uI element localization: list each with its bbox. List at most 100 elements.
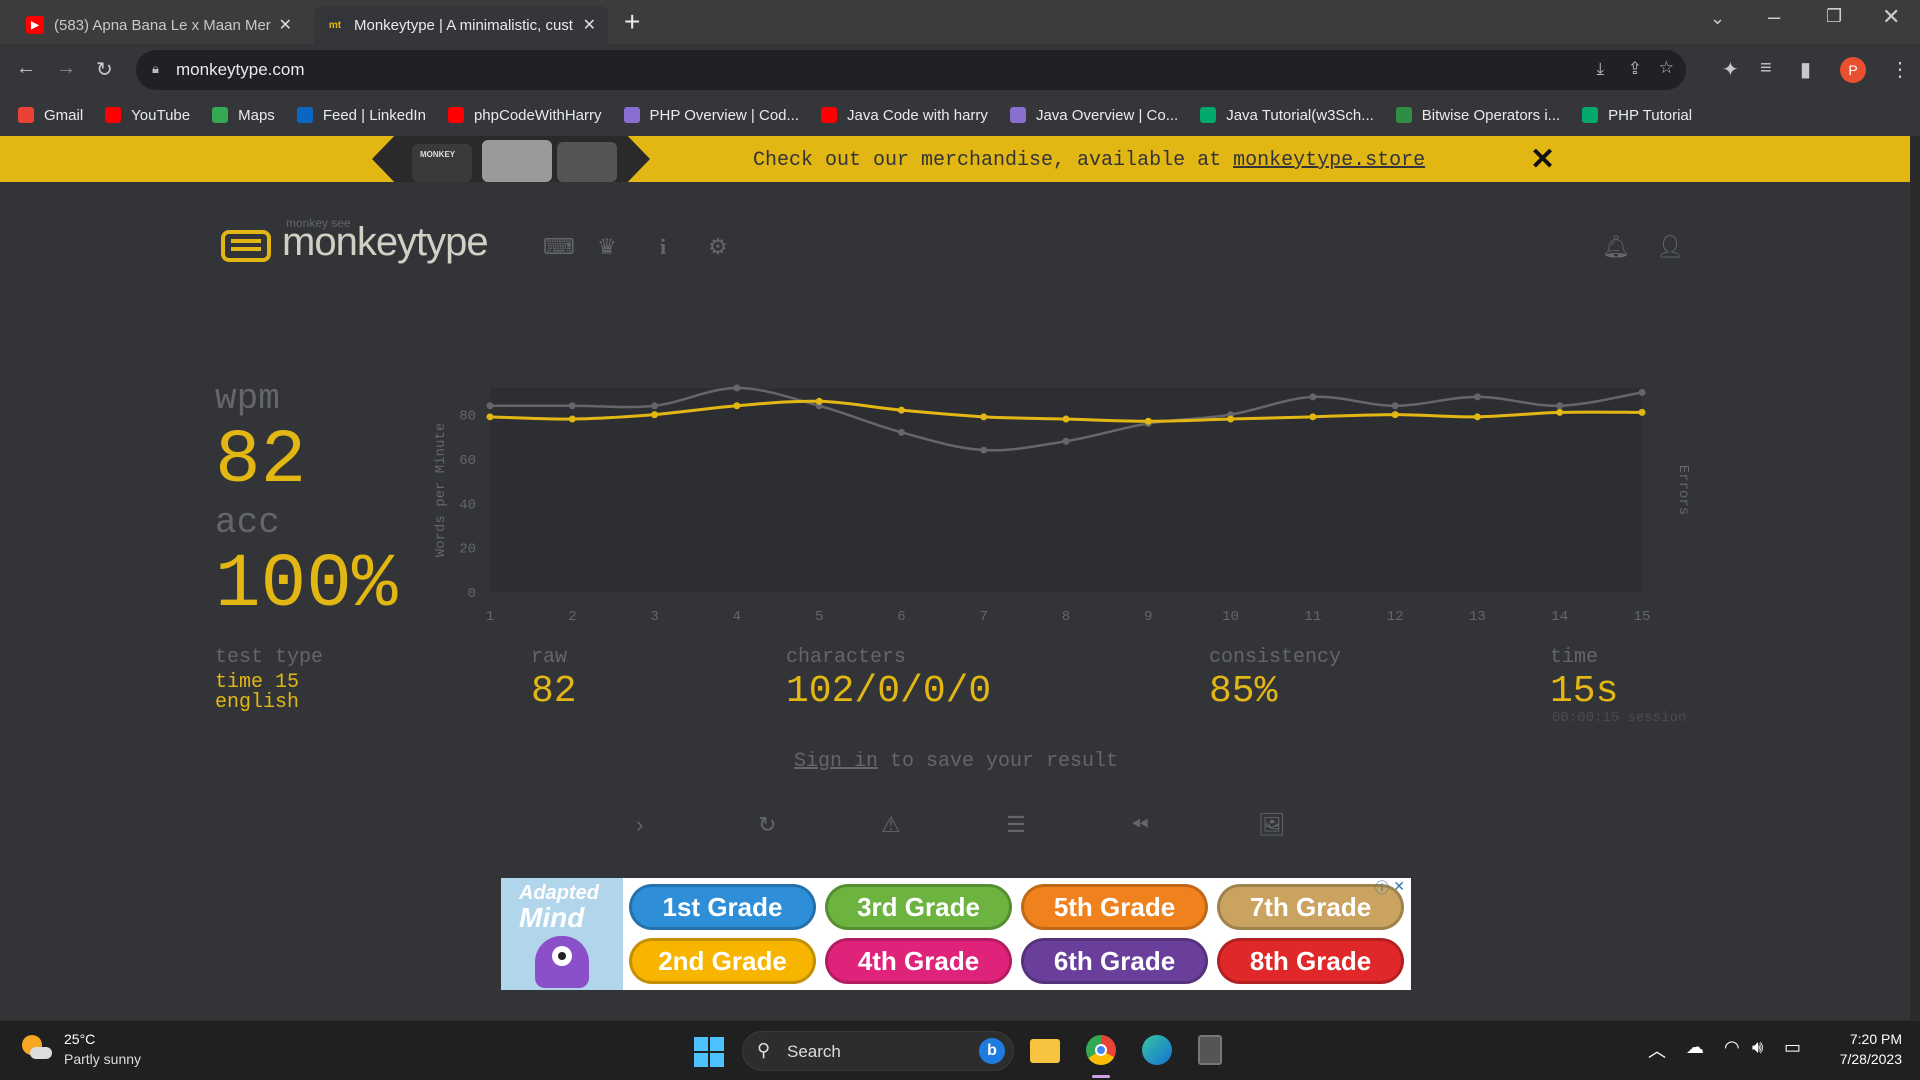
tab-monkeytype[interactable]: mt Monkeytype | A minimalistic, cust ✕ bbox=[314, 6, 608, 44]
raw-point[interactable] bbox=[1309, 393, 1317, 401]
bookmark-item[interactable]: Feed | LinkedIn bbox=[296, 107, 426, 124]
store-link[interactable]: monkeytype.store bbox=[1233, 149, 1425, 172]
info-icon[interactable]: i bbox=[660, 234, 666, 260]
raw-point[interactable] bbox=[897, 428, 905, 436]
weather-icon[interactable] bbox=[22, 1035, 52, 1065]
words-history-icon[interactable]: ☰ bbox=[1006, 812, 1026, 838]
windows-start-icon[interactable] bbox=[694, 1037, 724, 1067]
ad-banner[interactable]: Adapted Mind 1st Grade 3rd Grade 5th Grade… bbox=[501, 878, 1411, 990]
keyboard-icon[interactable]: ⌨ bbox=[543, 234, 575, 260]
restart-icon[interactable]: ↻ bbox=[758, 812, 776, 838]
crown-icon[interactable]: ♛ bbox=[597, 234, 617, 260]
wpm-point[interactable] bbox=[568, 415, 576, 423]
weather-desc[interactable]: Partly sunny bbox=[64, 1051, 141, 1067]
account-icon[interactable]: 👤︎ bbox=[1656, 234, 1684, 260]
close-window-icon[interactable]: ✕ bbox=[1882, 4, 1900, 30]
file-explorer-icon[interactable] bbox=[1030, 1039, 1060, 1063]
new-tab-button[interactable]: + bbox=[624, 6, 640, 38]
bookmark-item[interactable]: phpCodeWithHarry bbox=[447, 107, 602, 124]
sidepanel-icon[interactable]: ▮ bbox=[1800, 57, 1811, 82]
install-icon[interactable]: ⤓ bbox=[1596, 59, 1604, 79]
address-bar[interactable]: 🔒︎ monkeytype.com ⤓ ⇪ ☆ bbox=[136, 50, 1686, 90]
bookmark-item[interactable]: Java Overview | Co... bbox=[1009, 107, 1178, 124]
raw-point[interactable] bbox=[1062, 437, 1070, 445]
wpm-point[interactable] bbox=[733, 402, 741, 410]
raw-point[interactable] bbox=[980, 446, 988, 454]
close-tab-icon[interactable]: ✕ bbox=[279, 15, 292, 35]
raw-point[interactable] bbox=[568, 402, 576, 410]
restore-icon[interactable]: ❐ bbox=[1826, 6, 1842, 27]
calculator-icon[interactable] bbox=[1198, 1035, 1222, 1065]
grade-button[interactable]: 3rd Grade bbox=[825, 884, 1012, 930]
close-banner-icon[interactable]: ✕ bbox=[1530, 142, 1555, 177]
replay-icon[interactable]: ⏪︎ bbox=[1131, 812, 1149, 838]
monkeytype-logo-icon[interactable] bbox=[221, 230, 271, 262]
raw-point[interactable] bbox=[651, 402, 659, 410]
bookmark-item[interactable]: PHP Overview | Cod... bbox=[623, 107, 799, 124]
warning-icon[interactable]: ⚠ bbox=[881, 812, 901, 838]
extensions-icon[interactable]: ✦ bbox=[1722, 57, 1739, 82]
raw-point[interactable] bbox=[1556, 402, 1564, 410]
wifi-icon[interactable]: ◠ bbox=[1724, 1037, 1740, 1058]
grade-button[interactable]: 1st Grade bbox=[629, 884, 816, 930]
wpm-point[interactable] bbox=[1473, 413, 1481, 421]
bookmark-item[interactable]: Java Code with harry bbox=[821, 107, 988, 124]
signin-link[interactable]: Sign in bbox=[794, 750, 878, 773]
wpm-point[interactable] bbox=[897, 406, 905, 414]
bookmark-item[interactable]: Bitwise Operators i... bbox=[1395, 107, 1560, 124]
forward-icon[interactable]: → bbox=[56, 57, 76, 80]
weather-temp[interactable]: 25°C bbox=[64, 1031, 95, 1047]
edge-icon[interactable] bbox=[1142, 1035, 1172, 1065]
menu-icon[interactable]: ⋮ bbox=[1890, 57, 1910, 82]
wpm-point[interactable] bbox=[1391, 411, 1399, 419]
clock-date[interactable]: 7/28/2023 bbox=[1820, 1051, 1902, 1067]
ad-info-icon[interactable]: ⓘ bbox=[1375, 878, 1389, 898]
bookmark-item[interactable]: Maps bbox=[212, 107, 275, 124]
clock-time[interactable]: 7:20 PM bbox=[1836, 1031, 1902, 1047]
grade-button[interactable]: 5th Grade bbox=[1021, 884, 1208, 930]
wpm-point[interactable] bbox=[1227, 415, 1235, 423]
back-icon[interactable]: ← bbox=[16, 57, 36, 80]
minimize-icon[interactable]: – bbox=[1768, 4, 1780, 30]
tab-search-icon[interactable]: ⌄ bbox=[1710, 8, 1725, 29]
wpm-point[interactable] bbox=[1556, 408, 1564, 416]
page-scrollbar[interactable] bbox=[1910, 136, 1920, 1020]
taskbar-search[interactable]: ⚲ Search b bbox=[742, 1031, 1014, 1071]
grade-button[interactable]: 2nd Grade bbox=[629, 938, 816, 984]
bookmark-item[interactable]: YouTube bbox=[105, 107, 190, 124]
bookmark-item[interactable]: Gmail bbox=[18, 107, 83, 124]
screenshot-icon[interactable]: 🖼︎ bbox=[1258, 812, 1286, 838]
bookmark-item[interactable]: Java Tutorial(w3Sch... bbox=[1200, 107, 1374, 124]
share-icon[interactable]: ⇪ bbox=[1628, 59, 1642, 79]
show-hidden-icons[interactable]: ︿ bbox=[1648, 1037, 1666, 1063]
bookmark-star-icon[interactable]: ☆ bbox=[1659, 58, 1674, 78]
raw-point[interactable] bbox=[733, 384, 741, 392]
media-icon[interactable]: ≡ bbox=[1760, 57, 1772, 80]
next-test-icon[interactable]: › bbox=[636, 812, 643, 838]
raw-point[interactable] bbox=[1473, 393, 1481, 401]
logo-text[interactable]: monkeytype bbox=[282, 220, 489, 265]
battery-icon[interactable]: ▭ bbox=[1784, 1037, 1801, 1058]
profile-avatar[interactable]: P bbox=[1840, 57, 1866, 83]
grade-button[interactable]: 6th Grade bbox=[1021, 938, 1208, 984]
reload-icon[interactable]: ↻ bbox=[96, 57, 113, 82]
grade-button[interactable]: 4th Grade bbox=[825, 938, 1012, 984]
ad-close-icon[interactable]: ✕ bbox=[1393, 878, 1405, 895]
wpm-point[interactable] bbox=[1062, 415, 1070, 423]
grade-button[interactable]: 8th Grade bbox=[1217, 938, 1404, 984]
wpm-point[interactable] bbox=[1638, 408, 1646, 416]
wpm-point[interactable] bbox=[1144, 417, 1152, 425]
raw-point[interactable] bbox=[1391, 402, 1399, 410]
settings-icon[interactable]: ⚙ bbox=[708, 234, 728, 260]
tab-youtube[interactable]: ▶ (583) Apna Bana Le x Maan Meri ✕ bbox=[14, 6, 304, 44]
wpm-point[interactable] bbox=[980, 413, 988, 421]
raw-point[interactable] bbox=[1638, 388, 1646, 396]
wpm-point[interactable] bbox=[815, 397, 823, 405]
chrome-icon[interactable] bbox=[1086, 1035, 1116, 1065]
bookmark-item[interactable]: PHP Tutorial bbox=[1582, 107, 1692, 124]
volume-icon[interactable]: 🔊︎ bbox=[1752, 1037, 1763, 1058]
raw-point[interactable] bbox=[486, 402, 494, 410]
notification-bell-icon[interactable]: 🔔︎ bbox=[1602, 234, 1630, 260]
wpm-point[interactable] bbox=[651, 411, 659, 419]
onedrive-icon[interactable]: ☁ bbox=[1686, 1037, 1704, 1058]
